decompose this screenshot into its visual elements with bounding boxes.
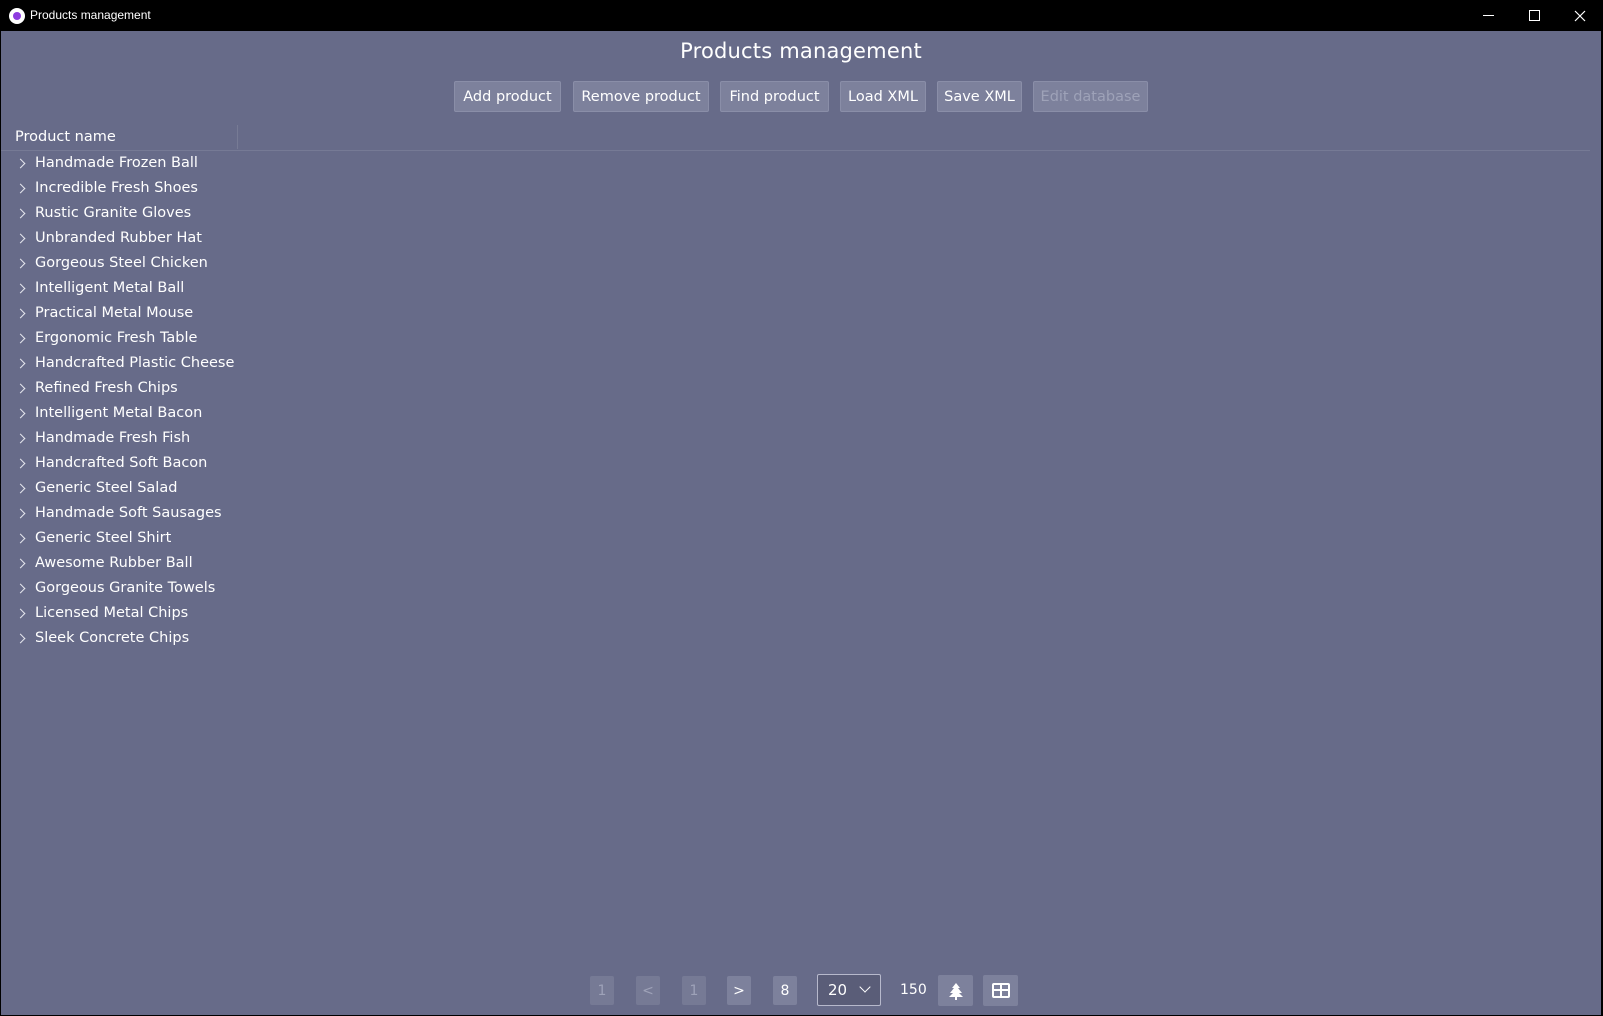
chevron-right-icon[interactable] — [16, 383, 26, 395]
close-button[interactable] — [1557, 0, 1603, 31]
tree-row[interactable]: Handmade Fresh Fish — [1, 427, 241, 452]
chevron-right-icon[interactable] — [16, 483, 26, 495]
tree-icon — [948, 982, 963, 1000]
tree-row[interactable]: Handmade Frozen Ball — [1, 152, 241, 177]
tree-row-label: Gorgeous Granite Towels — [35, 580, 216, 596]
tree-row[interactable]: Intelligent Metal Bacon — [1, 402, 241, 427]
minimize-button[interactable] — [1465, 0, 1511, 31]
tree-row[interactable]: Generic Steel Salad — [1, 477, 241, 502]
tree-row-label: Generic Steel Salad — [35, 480, 178, 496]
tree-row[interactable]: Ergonomic Fresh Table — [1, 327, 241, 352]
toolbar: Add product Remove product Find product … — [1, 81, 1601, 112]
page-size-value: 20 — [828, 981, 848, 999]
title-bar[interactable]: Products management — [0, 0, 1603, 31]
chevron-right-icon[interactable] — [16, 608, 26, 620]
remove-product-button[interactable]: Remove product — [573, 81, 709, 112]
app-logo-icon — [9, 8, 25, 24]
tree-row-label: Handcrafted Soft Bacon — [35, 455, 208, 471]
tree-row-label: Sleek Concrete Chips — [35, 630, 190, 646]
page-title: Products management — [680, 39, 922, 63]
chevron-right-icon[interactable] — [16, 408, 26, 420]
tree-row-label: Handmade Soft Sausages — [35, 505, 222, 521]
tree-row-label: Rustic Granite Gloves — [35, 205, 192, 221]
edit-database-button[interactable]: Edit database — [1033, 81, 1148, 112]
tree-row[interactable]: Licensed Metal Chips — [1, 602, 241, 627]
tree-view-button[interactable] — [938, 975, 973, 1006]
tree-row-label: Licensed Metal Chips — [35, 605, 189, 621]
chevron-right-icon[interactable] — [16, 558, 26, 570]
tree-row-label: Awesome Rubber Ball — [35, 555, 193, 571]
tree-row-label: Practical Metal Mouse — [35, 305, 194, 321]
tree-row[interactable]: Unbranded Rubber Hat — [1, 227, 241, 252]
prev-page-button[interactable]: < — [636, 976, 660, 1005]
last-page-button[interactable]: 8 — [773, 976, 797, 1005]
chevron-right-icon[interactable] — [16, 258, 26, 270]
table-icon — [991, 983, 1010, 998]
tree-row[interactable]: Intelligent Metal Ball — [1, 277, 241, 302]
table-view-button[interactable] — [983, 975, 1018, 1006]
first-page-button[interactable]: 1 — [590, 976, 614, 1005]
tree-row-label: Handmade Frozen Ball — [35, 155, 198, 171]
tree-row[interactable]: Rustic Granite Gloves — [1, 202, 241, 227]
maximize-button[interactable] — [1511, 0, 1557, 31]
chevron-right-icon[interactable] — [16, 233, 26, 245]
tree-row[interactable]: Refined Fresh Chips — [1, 377, 241, 402]
load-xml-button[interactable]: Load XML — [840, 81, 926, 112]
grid-header: Product name — [1, 123, 1590, 151]
save-xml-button[interactable]: Save XML — [937, 81, 1022, 112]
page-size-select[interactable]: 20 — [817, 974, 881, 1006]
column-separator[interactable] — [237, 125, 238, 149]
tree-row-label: Refined Fresh Chips — [35, 380, 178, 396]
tree-row[interactable]: Practical Metal Mouse — [1, 302, 241, 327]
close-icon — [1574, 10, 1586, 21]
column-header-product-name[interactable]: Product name — [15, 129, 116, 145]
window-title: Products management — [30, 8, 151, 22]
next-page-button[interactable]: > — [727, 976, 751, 1005]
pagination-bar: 1 < 1 > 8 20 150 — [1, 974, 1601, 1006]
chevron-right-icon[interactable] — [16, 308, 26, 320]
tree-row[interactable]: Gorgeous Steel Chicken — [1, 252, 241, 277]
tree-row[interactable]: Incredible Fresh Shoes — [1, 177, 241, 202]
tree-row-label: Ergonomic Fresh Table — [35, 330, 198, 346]
chevron-right-icon[interactable] — [16, 158, 26, 170]
tree-row[interactable]: Gorgeous Granite Towels — [1, 577, 241, 602]
chevron-right-icon[interactable] — [16, 333, 26, 345]
tree-row[interactable]: Awesome Rubber Ball — [1, 552, 241, 577]
tree-row[interactable]: Handcrafted Soft Bacon — [1, 452, 241, 477]
main-content: Products management Add product Remove p… — [1, 31, 1601, 1015]
tree-row-label: Generic Steel Shirt — [35, 530, 172, 546]
product-tree: Handmade Frozen Ball Incredible Fresh Sh… — [1, 152, 1591, 652]
chevron-right-icon[interactable] — [16, 508, 26, 520]
tree-row[interactable]: Handmade Soft Sausages — [1, 502, 241, 527]
tree-row-label: Gorgeous Steel Chicken — [35, 255, 208, 271]
current-page-indicator: 1 — [682, 976, 706, 1005]
tree-row[interactable]: Generic Steel Shirt — [1, 527, 241, 552]
app-window: Products management Products management … — [0, 0, 1603, 1016]
chevron-right-icon[interactable] — [16, 583, 26, 595]
chevron-right-icon[interactable] — [16, 433, 26, 445]
tree-row-label: Handcrafted Plastic Cheese — [35, 355, 235, 371]
minimize-icon — [1482, 15, 1494, 16]
chevron-right-icon[interactable] — [16, 458, 26, 470]
tree-row[interactable]: Sleek Concrete Chips — [1, 627, 241, 652]
chevron-right-icon[interactable] — [16, 533, 26, 545]
chevron-down-icon — [859, 981, 871, 993]
chevron-right-icon[interactable] — [16, 283, 26, 295]
maximize-icon — [1528, 10, 1540, 21]
tree-row-label: Intelligent Metal Bacon — [35, 405, 203, 421]
total-count: 150 — [900, 982, 927, 998]
tree-row-label: Incredible Fresh Shoes — [35, 180, 198, 196]
chevron-right-icon[interactable] — [16, 208, 26, 220]
chevron-right-icon[interactable] — [16, 633, 26, 645]
add-product-button[interactable]: Add product — [454, 81, 561, 112]
tree-row-label: Handmade Fresh Fish — [35, 430, 191, 446]
chevron-right-icon[interactable] — [16, 358, 26, 370]
find-product-button[interactable]: Find product — [720, 81, 829, 112]
tree-row-label: Intelligent Metal Ball — [35, 280, 185, 296]
chevron-right-icon[interactable] — [16, 183, 26, 195]
tree-row-label: Unbranded Rubber Hat — [35, 230, 202, 246]
tree-row[interactable]: Handcrafted Plastic Cheese — [1, 352, 241, 377]
